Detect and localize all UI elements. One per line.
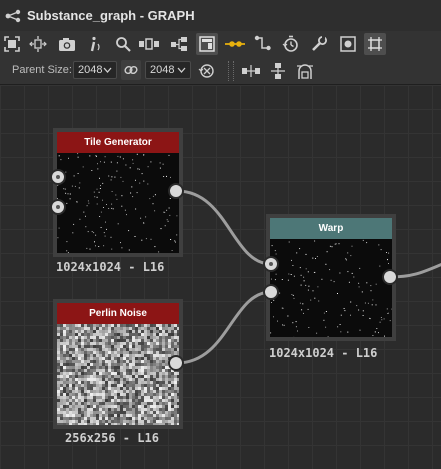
node-warp[interactable]: Warp <box>266 214 396 341</box>
distribute-icon[interactable] <box>294 60 316 82</box>
snapshot-camera-icon[interactable] <box>56 33 78 55</box>
graph-toolbar <box>0 31 441 58</box>
connect-icon[interactable] <box>252 33 274 55</box>
parent-size-width-select[interactable]: 2048 <box>73 61 117 79</box>
output-port[interactable] <box>382 269 398 285</box>
frame-selection-icon[interactable] <box>1 33 23 55</box>
grid-snap-icon[interactable] <box>364 33 386 55</box>
wire-tile-to-warp <box>176 189 272 266</box>
toolbar-separator <box>228 61 230 81</box>
preview-icon[interactable] <box>337 33 359 55</box>
wire-perlin-to-warp <box>176 290 272 365</box>
hierarchy-icon[interactable] <box>168 33 190 55</box>
toolbar-separator <box>233 61 235 81</box>
output-port[interactable] <box>168 355 184 371</box>
parent-size-width-value: 2048 <box>78 64 103 76</box>
graph-share-icon <box>5 9 21 22</box>
output-port[interactable] <box>168 183 184 199</box>
graph-canvas[interactable]: Tile Generator 1024x1024 - L16 Perlin No… <box>0 85 441 469</box>
info-icon[interactable] <box>85 33 107 55</box>
link-style-icon[interactable] <box>224 33 246 55</box>
tools-icon[interactable] <box>308 33 330 55</box>
window-title: Substance_graph - GRAPH <box>27 8 195 23</box>
display-panel-icon[interactable] <box>196 33 218 55</box>
node-thumbnail <box>57 153 179 253</box>
node-size-label: 1024x1024 - L16 <box>56 260 165 274</box>
input-port[interactable] <box>50 169 66 185</box>
node-size-label: 1024x1024 - L16 <box>269 346 378 360</box>
input-port[interactable] <box>263 284 279 300</box>
parent-size-label: Parent Size: <box>12 64 72 76</box>
input-port[interactable] <box>263 256 279 272</box>
parent-size-height-select[interactable]: 2048 <box>145 61 191 79</box>
align-horizontal-icon[interactable] <box>240 60 262 82</box>
node-size-label: 256x256 - L16 <box>65 431 159 445</box>
reset-size-icon[interactable] <box>196 60 218 82</box>
timer-icon[interactable] <box>280 33 302 55</box>
align-vertical-icon[interactable] <box>267 60 289 82</box>
node-thumbnail <box>270 239 392 337</box>
dependency-layout-icon[interactable] <box>27 33 49 55</box>
chevron-down-icon <box>177 67 186 73</box>
node-title: Warp <box>270 218 392 239</box>
parent-size-toolbar: Parent Size: 2048 2048 <box>0 58 441 85</box>
node-title: Tile Generator <box>57 132 179 153</box>
window-title-bar: Substance_graph - GRAPH <box>0 0 441 32</box>
chevron-down-icon <box>103 67 112 73</box>
node-perlin-noise[interactable]: Perlin Noise <box>53 299 183 429</box>
parent-size-height-value: 2048 <box>150 64 175 76</box>
search-icon[interactable] <box>112 33 134 55</box>
node-title: Perlin Noise <box>57 303 179 324</box>
input-port[interactable] <box>50 199 66 215</box>
align-nodes-icon[interactable] <box>138 33 160 55</box>
node-thumbnail <box>57 324 179 425</box>
link-ratio-icon[interactable] <box>121 60 141 80</box>
node-tile-generator[interactable]: Tile Generator <box>53 128 183 257</box>
